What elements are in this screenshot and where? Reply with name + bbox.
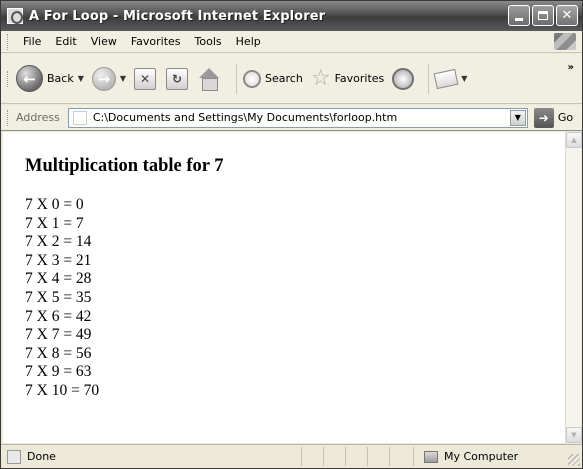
standard-toolbar: ← Back ▼ → ▼ ✕ ↻ Search ☆ Favorites ▼ » (1, 54, 582, 104)
status-pane (301, 447, 323, 466)
menu-bar: File Edit View Favorites Tools Help (1, 31, 582, 53)
back-label: Back (47, 72, 74, 85)
menu-tools[interactable]: Tools (188, 35, 229, 48)
status-pane (345, 447, 367, 466)
forward-dropdown-icon[interactable]: ▼ (120, 74, 126, 83)
vertical-scrollbar[interactable]: ▲ ▼ (565, 132, 582, 443)
window-title: A For Loop - Microsoft Internet Explorer (29, 8, 326, 24)
computer-icon (424, 450, 438, 463)
minimize-button[interactable] (508, 5, 530, 26)
go-button[interactable]: ➜ Go (533, 107, 574, 128)
table-line: 7 X 3 = 21 (25, 251, 92, 269)
page-done-icon (7, 449, 21, 464)
go-label: Go (557, 111, 574, 124)
toolbar-grip[interactable] (7, 70, 10, 87)
status-pane (367, 447, 389, 466)
search-button[interactable]: Search (243, 69, 303, 88)
page-icon (72, 110, 87, 125)
table-line: 7 X 1 = 7 (25, 214, 84, 232)
menu-file[interactable]: File (16, 35, 48, 48)
page-heading: Multiplication table for 7 (25, 156, 224, 176)
multiplication-list: 7 X 0 = 0 7 X 1 = 7 7 X 2 = 14 7 X 3 = 2… (25, 196, 99, 401)
mail-dropdown-icon[interactable]: ▼ (461, 74, 467, 83)
search-icon (243, 69, 262, 88)
status-pane (323, 447, 345, 466)
back-dropdown-icon[interactable]: ▼ (78, 74, 84, 83)
address-bar: Address C:\Documents and Settings\My Doc… (1, 105, 582, 131)
mail-button[interactable]: ▼ (433, 68, 467, 89)
windows-logo-icon (554, 33, 576, 50)
table-line: 7 X 10 = 70 (25, 381, 100, 399)
scroll-down-icon[interactable]: ▼ (566, 427, 582, 443)
maximize-icon (538, 11, 548, 20)
back-arrow-icon: ← (16, 65, 43, 92)
forward-arrow-icon: → (91, 66, 116, 91)
toolbar-separator (236, 63, 238, 94)
forward-button[interactable]: → ▼ (91, 66, 126, 91)
menu-favorites[interactable]: Favorites (124, 35, 188, 48)
table-line: 7 X 4 = 28 (25, 270, 92, 288)
ie-icon (7, 8, 23, 24)
scroll-up-icon[interactable]: ▲ (566, 132, 582, 148)
menu-help[interactable]: Help (229, 35, 268, 48)
status-panes (301, 447, 411, 466)
stop-icon[interactable]: ✕ (134, 67, 157, 90)
menu-edit[interactable]: Edit (48, 35, 83, 48)
close-icon: ✕ (561, 8, 573, 23)
maximize-button[interactable] (532, 5, 554, 26)
table-line: 7 X 9 = 63 (25, 363, 92, 381)
menu-grip[interactable] (7, 33, 10, 50)
minimize-icon (515, 18, 523, 21)
favorites-button[interactable]: ☆ Favorites (310, 65, 385, 91)
refresh-icon[interactable]: ↻ (166, 67, 189, 90)
address-grip[interactable] (7, 109, 10, 126)
table-line: 7 X 5 = 35 (25, 288, 92, 306)
status-text: Done (27, 450, 56, 463)
home-icon[interactable] (198, 67, 220, 91)
toolbar-separator-2 (428, 63, 430, 94)
table-line: 7 X 0 = 0 (25, 196, 84, 213)
table-line: 7 X 8 = 56 (25, 344, 92, 362)
table-line: 7 X 7 = 49 (25, 326, 92, 344)
back-button[interactable]: ← Back ▼ (16, 65, 84, 92)
table-line: 7 X 2 = 14 (25, 233, 92, 251)
favorites-star-icon: ☆ (310, 65, 331, 91)
zone-text: My Computer (444, 450, 519, 463)
address-input[interactable]: C:\Documents and Settings\My Documents\f… (67, 107, 528, 128)
resize-grip-icon[interactable] (568, 454, 580, 466)
search-label: Search (265, 72, 303, 85)
address-dropdown-icon[interactable]: ▼ (509, 109, 526, 126)
mail-icon (433, 68, 459, 89)
title-bar[interactable]: A For Loop - Microsoft Internet Explorer… (1, 1, 582, 31)
status-bar: Done My Computer (1, 444, 582, 468)
favorites-label: Favorites (334, 72, 385, 85)
table-line: 7 X 6 = 42 (25, 307, 92, 325)
address-label: Address (16, 111, 60, 124)
go-arrow-icon: ➜ (533, 107, 554, 128)
browser-window: A For Loop - Microsoft Internet Explorer… (0, 0, 583, 469)
security-zone: My Computer (413, 447, 581, 466)
window-controls: ✕ (508, 5, 578, 26)
toolbar-overflow-icon[interactable]: » (568, 62, 574, 73)
media-icon[interactable] (392, 67, 415, 90)
menu-view[interactable]: View (84, 35, 124, 48)
page-content: Multiplication table for 7 7 X 0 = 0 7 X… (3, 132, 566, 443)
address-value[interactable]: C:\Documents and Settings\My Documents\f… (93, 111, 397, 124)
close-button[interactable]: ✕ (556, 5, 578, 26)
status-pane (389, 447, 411, 466)
